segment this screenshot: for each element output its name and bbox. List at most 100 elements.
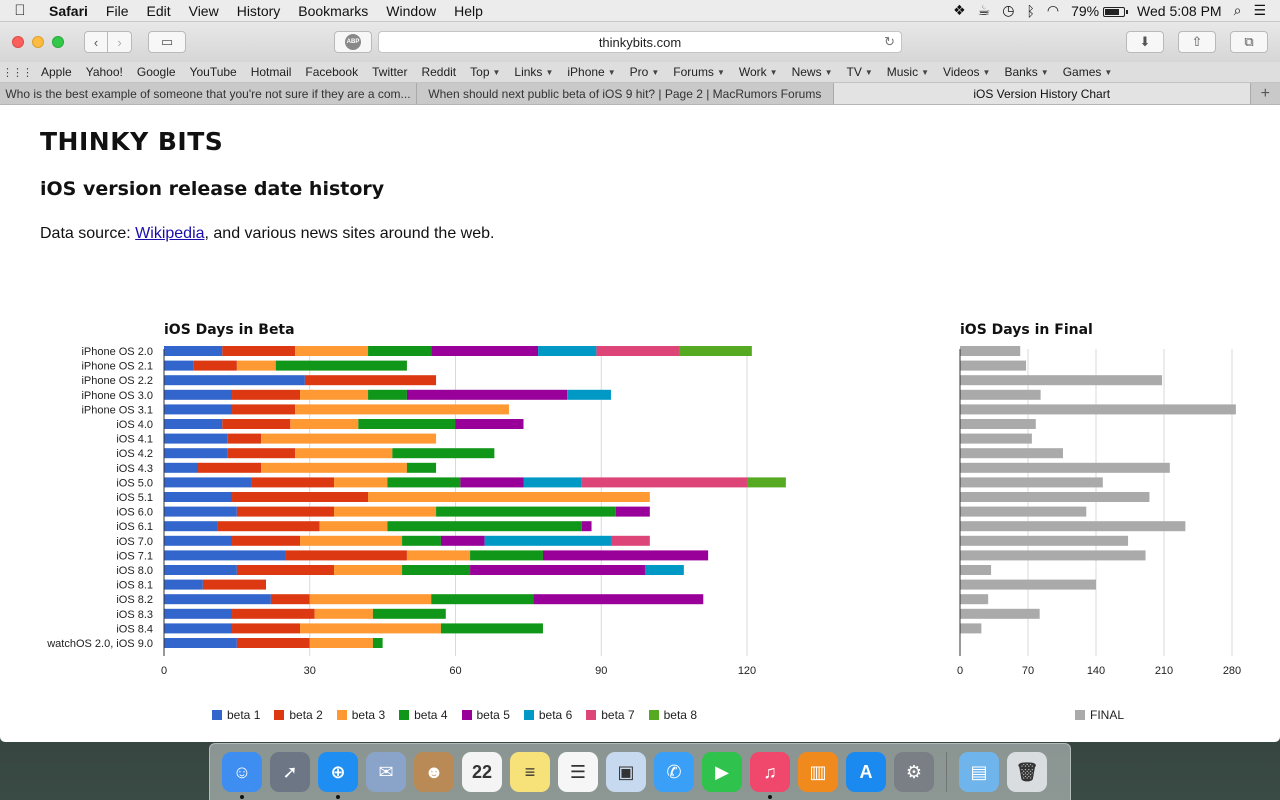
favorite-forums[interactable]: Forums ▼ <box>666 65 732 79</box>
beta-bar-beta-5[interactable] <box>581 521 592 532</box>
beta-bar-beta-3[interactable] <box>295 448 393 459</box>
beta-bar-beta-2[interactable] <box>227 448 296 459</box>
final-bar-final[interactable] <box>960 594 989 605</box>
beta-bar-beta-6[interactable] <box>538 346 597 356</box>
calendar-icon[interactable]: 22 <box>462 752 502 792</box>
notes-icon[interactable]: ≡ <box>510 752 550 792</box>
share-button[interactable]: ⇧ <box>1178 31 1216 53</box>
menu-view[interactable]: View <box>180 0 228 22</box>
beta-bar-beta-4[interactable] <box>392 448 495 459</box>
legend-item[interactable]: beta 2 <box>274 708 323 722</box>
beta-bar-beta-1[interactable] <box>164 448 228 459</box>
beta-bar-beta-5[interactable] <box>455 419 524 429</box>
final-bar-final[interactable] <box>960 346 1021 356</box>
beta-bar-beta-6[interactable] <box>484 535 611 546</box>
final-bar-final[interactable] <box>960 550 1146 561</box>
beta-bar-beta-3[interactable] <box>406 550 471 561</box>
dropbox-icon[interactable]: ❖ <box>953 2 966 19</box>
favorite-tv[interactable]: TV ▼ <box>840 65 880 79</box>
beta-bar-beta-5[interactable] <box>470 565 645 575</box>
beta-bar-beta-1[interactable] <box>164 404 233 415</box>
beta-bar-beta-2[interactable] <box>236 506 335 517</box>
forward-button[interactable]: › <box>108 31 132 53</box>
beta-bar-beta-3[interactable] <box>314 608 373 619</box>
beta-bar-beta-1[interactable] <box>164 550 286 561</box>
beta-bar-beta-4[interactable] <box>402 535 441 546</box>
legend-item[interactable]: beta 8 <box>648 708 697 722</box>
beta-bar-beta-3[interactable] <box>319 521 388 532</box>
back-button[interactable]: ‹ <box>84 31 108 53</box>
downloads-folder-icon[interactable]: ▤ <box>959 752 999 792</box>
beta-bar-beta-5[interactable] <box>431 346 539 356</box>
beta-bar-beta-4[interactable] <box>402 565 471 575</box>
final-bar-final[interactable] <box>960 565 992 575</box>
system-preferences-icon[interactable]: ⚙ <box>894 752 934 792</box>
beta-bar-beta-3[interactable] <box>309 638 373 648</box>
legend-item[interactable]: FINAL <box>1075 708 1124 722</box>
final-bar-final[interactable] <box>960 448 1063 459</box>
favorite-music[interactable]: Music ▼ <box>880 65 936 79</box>
favorite-twitter[interactable]: Twitter <box>365 65 414 79</box>
beta-bar-beta-5[interactable] <box>440 535 485 546</box>
menu-clock[interactable]: Wed 5:08 PM <box>1137 3 1222 19</box>
app-menu[interactable]: Safari <box>40 0 97 22</box>
beta-bar-beta-4[interactable] <box>387 521 582 532</box>
beta-bar-beta-5[interactable] <box>533 594 704 605</box>
beta-bar-beta-5[interactable] <box>406 389 568 400</box>
beta-bar-beta-4[interactable] <box>387 477 461 488</box>
beta-bar-beta-3[interactable] <box>334 506 437 517</box>
beta-bar-beta-2[interactable] <box>232 492 369 502</box>
beta-bar-beta-4[interactable] <box>372 608 446 619</box>
mail-stamp-icon[interactable]: ✉ <box>366 752 406 792</box>
final-bar-final[interactable] <box>960 579 1096 590</box>
beta-bar-beta-6[interactable] <box>523 477 582 488</box>
favorite-work[interactable]: Work ▼ <box>732 65 785 79</box>
beta-bar-beta-2[interactable] <box>232 404 296 415</box>
photo-slideshow-icon[interactable]: ▣ <box>606 752 646 792</box>
beta-bar-beta-1[interactable] <box>164 360 194 371</box>
beta-bar-beta-3[interactable] <box>295 346 369 356</box>
beta-bar-beta-7[interactable] <box>581 477 747 488</box>
final-bar-final[interactable] <box>960 535 1129 546</box>
beta-bar-beta-3[interactable] <box>300 535 403 546</box>
beta-bar-beta-2[interactable] <box>198 462 262 473</box>
beta-bar-beta-7[interactable] <box>596 346 679 356</box>
favorite-hotmail[interactable]: Hotmail <box>244 65 299 79</box>
beta-bar-beta-1[interactable] <box>164 375 305 386</box>
notification-center-icon[interactable]: ☰ <box>1253 2 1266 19</box>
beta-bar-beta-3[interactable] <box>368 492 650 502</box>
beta-bar-beta-4[interactable] <box>358 419 456 429</box>
sidebar-toggle-button[interactable]: ▭ <box>148 31 186 53</box>
beta-bar-beta-1[interactable] <box>164 477 252 488</box>
beta-bar-beta-1[interactable] <box>164 579 203 590</box>
menu-help[interactable]: Help <box>445 0 492 22</box>
beta-bar-beta-3[interactable] <box>261 433 437 444</box>
legend-item[interactable]: beta 5 <box>461 708 510 722</box>
launchpad-icon[interactable]: ➚ <box>270 752 310 792</box>
beta-bar-beta-4[interactable] <box>436 506 616 517</box>
final-bar-final[interactable] <box>960 389 1041 400</box>
battery-status[interactable]: 79% <box>1071 3 1129 19</box>
beta-bar-beta-2[interactable] <box>285 550 407 561</box>
beta-bar-beta-1[interactable] <box>164 492 233 502</box>
beta-bar-beta-4[interactable] <box>470 550 543 561</box>
beta-bar-beta-1[interactable] <box>164 433 228 444</box>
beta-bar-beta-5[interactable] <box>615 506 650 517</box>
menu-file[interactable]: File <box>97 0 138 22</box>
reload-icon[interactable]: ↻ <box>884 34 895 50</box>
final-bar-final[interactable] <box>960 360 1027 371</box>
final-bar-final[interactable] <box>960 462 1170 473</box>
final-bar-final[interactable] <box>960 506 1087 517</box>
menu-edit[interactable]: Edit <box>137 0 179 22</box>
favorite-news[interactable]: News ▼ <box>785 65 840 79</box>
beta-bar-beta-1[interactable] <box>164 462 199 473</box>
beta-bar-beta-1[interactable] <box>164 521 218 532</box>
downloads-button[interactable]: ⬇ <box>1126 31 1164 53</box>
favorite-youtube[interactable]: YouTube <box>183 65 244 79</box>
beta-bar-beta-3[interactable] <box>334 565 403 575</box>
beta-bar-beta-4[interactable] <box>440 623 543 634</box>
safari-icon[interactable]: ⊕ <box>318 752 358 799</box>
time-machine-icon[interactable]: ◷ <box>1002 2 1014 19</box>
beta-bar-beta-2[interactable] <box>193 360 237 371</box>
beta-bar-beta-3[interactable] <box>295 404 509 415</box>
